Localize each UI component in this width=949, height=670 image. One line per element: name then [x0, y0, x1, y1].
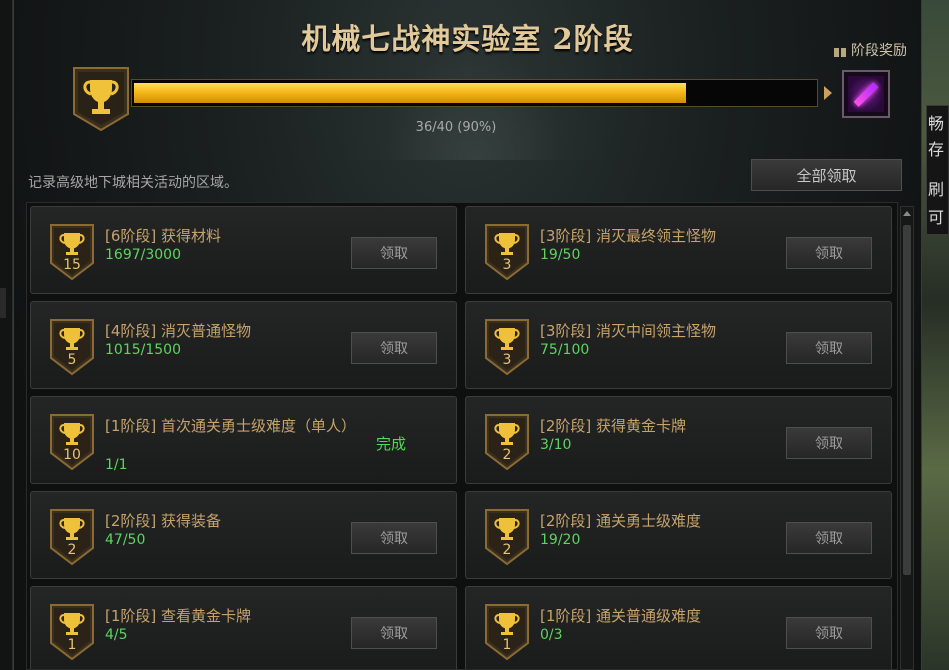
- task-card: 1 [1阶段] 查看黄金卡牌 4/5 领取: [30, 586, 457, 669]
- background-text-1: 畅: [928, 114, 945, 133]
- claim-button[interactable]: 领取: [786, 237, 872, 269]
- task-card: 2 [2阶段] 获得黄金卡牌 3/10 领取: [465, 396, 892, 484]
- task-name: [3阶段] 消灭中间领主怪物: [540, 322, 717, 340]
- trophy-icon: 10: [49, 413, 95, 471]
- task-name: [1阶段] 通关普通级难度: [540, 607, 702, 625]
- task-name: [2阶段] 获得装备: [105, 512, 222, 530]
- window-title: 机械七战神实验室 2阶段: [301, 22, 634, 56]
- stage-reward-link[interactable]: 阶段奖励: [833, 40, 907, 60]
- trophy-icon: 1: [49, 603, 95, 661]
- background-text-4: 可: [928, 208, 945, 227]
- task-progress: 19/50: [540, 247, 581, 263]
- trophy-icon: 2: [49, 508, 95, 566]
- task-card: 2 [2阶段] 获得装备 47/50 领取: [30, 491, 457, 579]
- task-progress: 19/20: [540, 532, 581, 548]
- claim-button[interactable]: 领取: [786, 617, 872, 649]
- claim-all-button[interactable]: 全部领取: [751, 159, 902, 191]
- stage-reward-label: 阶段奖励: [851, 43, 907, 59]
- arrow-right-icon: [824, 86, 832, 100]
- stage-progress-fill: [134, 83, 686, 103]
- task-badge-number: 2: [502, 447, 512, 463]
- gift-icon: [833, 43, 847, 57]
- claim-button[interactable]: 领取: [351, 237, 437, 269]
- scroll-thumb[interactable]: [903, 225, 911, 575]
- trophy-icon: 2: [484, 508, 530, 566]
- task-badge-number: 15: [63, 257, 81, 273]
- task-progress: 3/10: [540, 437, 572, 453]
- task-badge-number: 1: [502, 637, 512, 653]
- task-name: [2阶段] 获得黄金卡牌: [540, 417, 687, 435]
- task-name: [4阶段] 消灭普通怪物: [105, 322, 252, 340]
- task-progress: 4/5: [105, 627, 128, 643]
- task-name: [2阶段] 通关勇士级难度: [540, 512, 702, 530]
- task-name: [1阶段] 首次通关勇士级难度（单人）: [105, 417, 357, 435]
- trophy-icon: 15: [49, 223, 95, 281]
- left-background-edge: [0, 0, 13, 670]
- reward-gem: [848, 76, 884, 112]
- task-badge-number: 5: [67, 352, 77, 368]
- claim-button[interactable]: 领取: [786, 522, 872, 554]
- task-card: 3 [3阶段] 消灭最终领主怪物 19/50 领取: [465, 206, 892, 294]
- claim-button[interactable]: 领取: [351, 617, 437, 649]
- task-progress: 0/3: [540, 627, 563, 643]
- task-card: 15 [6阶段] 获得材料 1697/3000 领取: [30, 206, 457, 294]
- task-card: 1 [1阶段] 通关普通级难度 0/3 领取: [465, 586, 892, 669]
- task-card: 10 [1阶段] 首次通关勇士级难度（单人） 1/1 完成: [30, 396, 457, 484]
- claim-button[interactable]: 领取: [351, 522, 437, 554]
- task-name: [1阶段] 查看黄金卡牌: [105, 607, 252, 625]
- task-badge-number: 3: [502, 352, 512, 368]
- task-progress: 75/100: [540, 342, 590, 358]
- task-badge-number: 3: [502, 257, 512, 273]
- left-edge-mark: [0, 288, 6, 318]
- claim-button[interactable]: 领取: [351, 332, 437, 364]
- background-text-2: 存: [928, 140, 945, 159]
- right-background-scene: 畅 存 刷 可: [922, 0, 949, 670]
- reward-item-icon[interactable]: [842, 70, 890, 118]
- stage-progress-bar: [131, 79, 818, 107]
- trophy-icon: 5: [49, 318, 95, 376]
- task-progress: 1697/3000: [105, 247, 181, 263]
- claim-button[interactable]: 领取: [786, 332, 872, 364]
- claim-button[interactable]: 领取: [786, 427, 872, 459]
- task-list-scrollbar[interactable]: [900, 206, 914, 670]
- task-progress: 1/1: [105, 457, 128, 473]
- trophy-icon: 2: [484, 413, 530, 471]
- task-progress: 1015/1500: [105, 342, 181, 358]
- dungeon-activity-window: 机械七战神实验室 2阶段 阶段奖励 36/40 (90%) 记录高级地下城相关活…: [13, 0, 922, 670]
- task-complete-label: 完成: [376, 435, 407, 453]
- task-badge-number: 1: [67, 637, 77, 653]
- progress-text: 36/40 (90%): [415, 120, 497, 135]
- task-list: 15 [6阶段] 获得材料 1697/3000 领取 3 [3阶段] 消灭最终领主怪物 19…: [26, 202, 898, 670]
- task-card: 3 [3阶段] 消灭中间领主怪物 75/100 领取: [465, 301, 892, 389]
- task-badge-number: 2: [67, 542, 77, 558]
- task-progress: 47/50: [105, 532, 146, 548]
- trophy-icon: 1: [484, 603, 530, 661]
- task-card: 5 [4阶段] 消灭普通怪物 1015/1500 领取: [30, 301, 457, 389]
- background-text-3: 刷: [928, 180, 945, 199]
- window-description: 记录高级地下城相关活动的区域。: [28, 175, 238, 191]
- task-badge-number: 2: [502, 542, 512, 558]
- task-badge-number: 10: [63, 447, 81, 463]
- task-name: [6阶段] 获得材料: [105, 227, 222, 245]
- trophy-icon: 3: [484, 223, 530, 281]
- task-card: 2 [2阶段] 通关勇士级难度 19/20 领取: [465, 491, 892, 579]
- trophy-icon: 3: [484, 318, 530, 376]
- task-name: [3阶段] 消灭最终领主怪物: [540, 227, 717, 245]
- scroll-up-icon[interactable]: [903, 209, 911, 219]
